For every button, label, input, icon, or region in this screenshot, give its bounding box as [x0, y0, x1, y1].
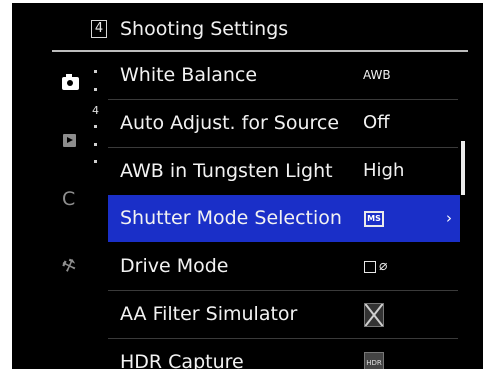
menu-row-label: Auto Adjust. for Source: [120, 112, 340, 134]
camera-icon[interactable]: [62, 74, 79, 90]
menu-row-awb-tungsten[interactable]: AWB in Tungsten Light High: [108, 148, 460, 195]
aa-filter-off-icon: [364, 303, 384, 327]
drive-single-wifi-icon: ⌀: [364, 258, 402, 275]
custom-icon[interactable]: C: [62, 189, 75, 209]
page-dot: [94, 125, 97, 128]
menu-header: 4 Shooting Settings: [12, 3, 483, 49]
menu-row-label: White Balance: [120, 64, 258, 86]
page-dot: [94, 143, 97, 146]
menu-row-value: Off: [363, 112, 390, 133]
menu-row-value: AWB: [363, 68, 391, 82]
page-number: 4: [92, 104, 99, 117]
menu-row-label: HDR Capture: [120, 351, 244, 369]
single-frame-icon: [364, 261, 376, 273]
tab-number-badge: 4: [91, 20, 107, 38]
wrench-icon[interactable]: ⚒: [59, 254, 79, 277]
page-dot: [94, 88, 97, 91]
menu-row-hdr-capture[interactable]: HDR Capture HDR: [108, 339, 460, 369]
camera-menu-screen: 4 Shooting Settings 4 C ⚒ White Balance …: [12, 3, 483, 369]
chevron-right-icon: ›: [446, 209, 452, 227]
playback-icon[interactable]: [63, 134, 76, 147]
page-title: Shooting Settings: [120, 18, 289, 40]
menu-row-drive-mode[interactable]: Drive Mode ⌀: [108, 243, 460, 290]
menu-row-aa-filter[interactable]: AA Filter Simulator: [108, 291, 460, 338]
scrollbar-thumb[interactable]: [461, 141, 465, 195]
page-dot: [94, 70, 97, 73]
menu-row-label: AA Filter Simulator: [120, 303, 298, 325]
wifi-off-icon: ⌀: [379, 258, 388, 274]
hdr-off-icon: HDR: [364, 352, 384, 369]
scrollbar-track[interactable]: [462, 53, 464, 363]
sidebar: 4 C ⚒: [12, 53, 108, 369]
mechanical-shutter-icon: MS: [364, 211, 384, 227]
menu-row-label: Shutter Mode Selection: [120, 207, 342, 229]
menu-row-value: High: [363, 160, 405, 181]
menu-row-label: AWB in Tungsten Light: [120, 160, 333, 182]
menu-row-label: Drive Mode: [120, 255, 229, 277]
menu-row-white-balance[interactable]: White Balance AWB: [108, 52, 460, 99]
menu-row-auto-adjust[interactable]: Auto Adjust. for Source Off: [108, 100, 460, 147]
page-dot: [94, 160, 97, 163]
menu-row-shutter-mode[interactable]: Shutter Mode Selection MS ›: [108, 195, 460, 242]
